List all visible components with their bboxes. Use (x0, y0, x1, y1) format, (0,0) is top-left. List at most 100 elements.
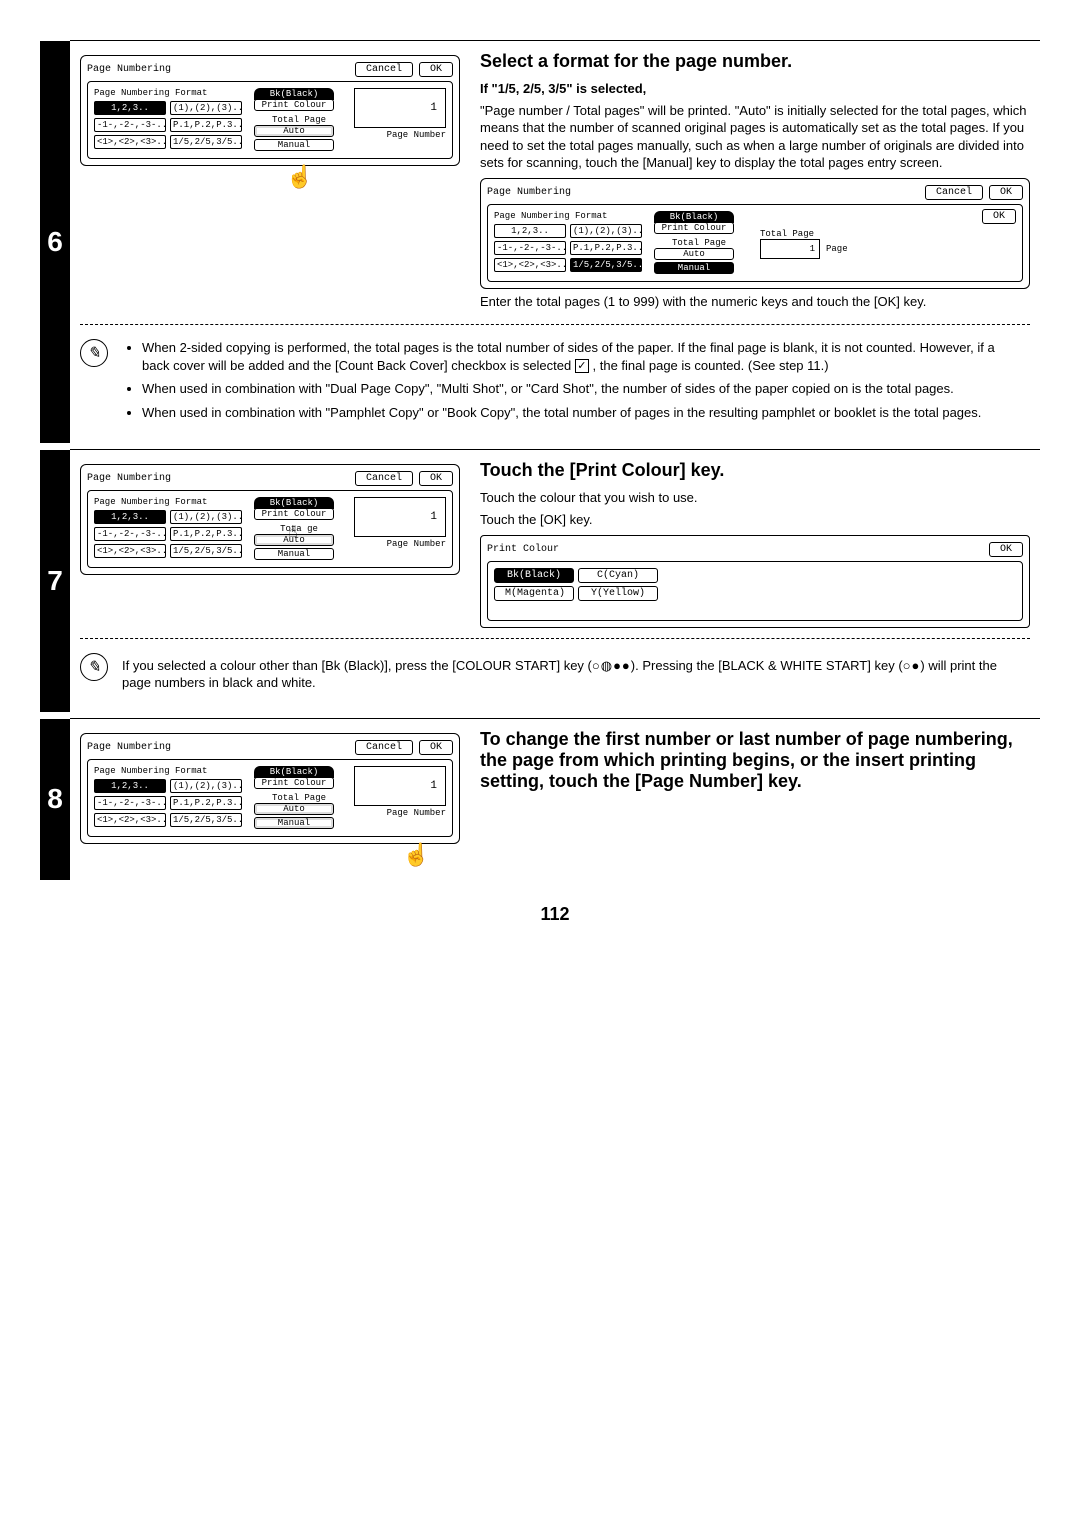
print-colour-button[interactable]: Print Colour (254, 777, 334, 789)
format-4[interactable]: P.1,P.2,P.3.. (170, 527, 242, 541)
page-number-label: Page Number (354, 808, 446, 818)
ok-button[interactable]: OK (419, 62, 453, 77)
value-text: 1 (430, 102, 437, 114)
print-colour-button[interactable]: Print Colour (654, 222, 734, 234)
note-item: When used in combination with "Dual Page… (142, 380, 1022, 398)
panel-title: Page Numbering (487, 187, 571, 198)
format-1[interactable]: 1,2,3.. (494, 224, 566, 238)
step-6: 6 Page Numbering Cancel OK Page Numberin… (70, 40, 1040, 443)
cancel-button[interactable]: Cancel (355, 740, 413, 755)
colour-start-icon: ○◍●● (592, 658, 631, 673)
step-num-label: 6 (47, 226, 63, 258)
manual-button[interactable]: Manual (654, 262, 734, 274)
pointing-hand-icon: ☝ (140, 164, 460, 190)
format-3[interactable]: -1-,-2-,-3-.. (94, 527, 166, 541)
side-column: Bk(Black) Print Colour Total Page Auto M… (254, 88, 344, 152)
ok-button[interactable]: OK (419, 471, 453, 486)
print-colour-button[interactable]: Print Colour (254, 99, 334, 111)
total-page-label: Total Page (254, 793, 344, 803)
checkbox-icon: ✓ (575, 359, 589, 373)
format-2[interactable]: (1),(2),(3).. (170, 101, 242, 115)
format-1[interactable]: 1,2,3.. (94, 510, 166, 524)
panel-title: Page Numbering (87, 473, 171, 484)
format-6[interactable]: 1/5,2/5,3/5.. (170, 135, 242, 149)
value-display: 1 (354, 497, 446, 537)
step-6-notes: ✎ When 2-sided copying is performed, the… (80, 335, 1030, 431)
colour-y[interactable]: Y(Yellow) (578, 586, 658, 601)
format-column: Page Numbering Format 1,2,3.. (1),(2),(3… (94, 497, 244, 561)
format-6[interactable]: 1/5,2/5,3/5.. (170, 544, 242, 558)
page-numbering-panel-1: Page Numbering Cancel OK Page Numbering … (80, 55, 460, 166)
step-number-6: 6 (40, 41, 70, 443)
auto-button[interactable]: Auto (254, 803, 334, 815)
step-7-content: Page Numbering Cancel OK Page Numbering … (80, 450, 1040, 711)
value-text: 1 (430, 511, 437, 523)
tp-value-text: 1 (810, 244, 815, 254)
format-2[interactable]: (1),(2),(3).. (170, 510, 242, 524)
format-column: Page Numbering Format 1,2,3.. (1),(2),(3… (94, 88, 244, 152)
page-numbering-panel-2: Page Numbering Cancel OK Page Numbering … (480, 178, 1030, 289)
step-8-title: To change the first number or last numbe… (480, 729, 1030, 792)
bk-button[interactable]: Bk(Black) (254, 766, 334, 778)
step-7-title: Touch the [Print Colour] key. (480, 460, 1030, 481)
value-text: 1 (430, 780, 437, 792)
value-display: 1 (354, 88, 446, 128)
print-colour-button[interactable]: Print Colour (254, 508, 334, 520)
format-label: Page Numbering Format (94, 88, 244, 98)
panel-title: Page Numbering (87, 64, 171, 75)
manual-button[interactable]: Manual (254, 139, 334, 151)
pointing-hand-icon: ☝ (80, 842, 430, 868)
format-2[interactable]: (1),(2),(3).. (570, 224, 642, 238)
page-number-label: Page Number (354, 539, 446, 549)
ok-button-inner[interactable]: OK (982, 209, 1016, 224)
ok-button[interactable]: OK (989, 185, 1023, 200)
format-3[interactable]: -1-,-2-,-3-.. (94, 118, 166, 132)
step-8-content: Page Numbering Cancel OK Page Numbering … (80, 719, 1040, 880)
auto-button[interactable]: Auto (254, 125, 334, 137)
format-3[interactable]: -1-,-2-,-3-.. (494, 241, 566, 255)
format-5[interactable]: <1>,<2>,<3>.. (94, 544, 166, 558)
ok-button[interactable]: OK (419, 740, 453, 755)
cancel-button[interactable]: Cancel (355, 471, 413, 486)
manual-button[interactable]: Manual (254, 817, 334, 829)
format-5[interactable]: <1>,<2>,<3>.. (94, 813, 166, 827)
cancel-button[interactable]: Cancel (925, 185, 983, 200)
format-3[interactable]: -1-,-2-,-3-.. (94, 796, 166, 810)
format-4[interactable]: P.1,P.2,P.3.. (170, 796, 242, 810)
ok-button[interactable]: OK (989, 542, 1023, 557)
cancel-button[interactable]: Cancel (355, 62, 413, 77)
total-page-label2: Total Page (760, 229, 1016, 239)
total-page-value: 1 (760, 239, 820, 259)
format-1[interactable]: 1,2,3.. (94, 779, 166, 793)
auto-button[interactable]: Auto (654, 248, 734, 260)
colour-bk[interactable]: Bk(Black) (494, 568, 574, 583)
format-label: Page Numbering Format (94, 766, 244, 776)
panel-title: Page Numbering (87, 742, 171, 753)
value-display: 1 (354, 766, 446, 806)
step-6-para1: "Page number / Total pages" will be prin… (480, 102, 1030, 172)
format-4[interactable]: P.1,P.2,P.3.. (570, 241, 642, 255)
format-4[interactable]: P.1,P.2,P.3.. (170, 118, 242, 132)
step-num-label: 7 (47, 565, 63, 597)
colour-c[interactable]: C(Cyan) (578, 568, 658, 583)
note-text-2: ). Pressing the [BLACK & WHITE START] ke… (631, 658, 903, 673)
step-6-subtitle: If "1/5, 2/5, 3/5" is selected, (480, 80, 1030, 98)
print-colour-panel: Print Colour OK Bk(Black) C(Cyan) M(Mage… (480, 535, 1030, 628)
format-5[interactable]: <1>,<2>,<3>.. (94, 135, 166, 149)
colour-m[interactable]: M(Magenta) (494, 586, 574, 601)
value-column: OK Total Page 1 Page (754, 211, 1016, 275)
bk-button[interactable]: Bk(Black) (654, 211, 734, 223)
step-number-7: 7 (40, 450, 70, 711)
format-6[interactable]: 1/5,2/5,3/5.. (170, 813, 242, 827)
format-6[interactable]: 1/5,2/5,3/5.. (570, 258, 642, 272)
step-7-para1: Touch the colour that you wish to use. (480, 489, 1030, 507)
side-column: Bk(Black) Print Colour Total Page Auto M… (254, 766, 344, 830)
format-2[interactable]: (1),(2),(3).. (170, 779, 242, 793)
format-1[interactable]: 1,2,3.. (94, 101, 166, 115)
format-5[interactable]: <1>,<2>,<3>.. (494, 258, 566, 272)
step-7: 7 Page Numbering Cancel OK Page Numberin… (70, 449, 1040, 711)
manual-button[interactable]: Manual (254, 548, 334, 560)
print-colour-title: Print Colour (487, 544, 559, 555)
value-column: 1 Page Number (354, 497, 446, 561)
step-7-notes: ✎ If you selected a colour other than [B… (80, 649, 1030, 700)
